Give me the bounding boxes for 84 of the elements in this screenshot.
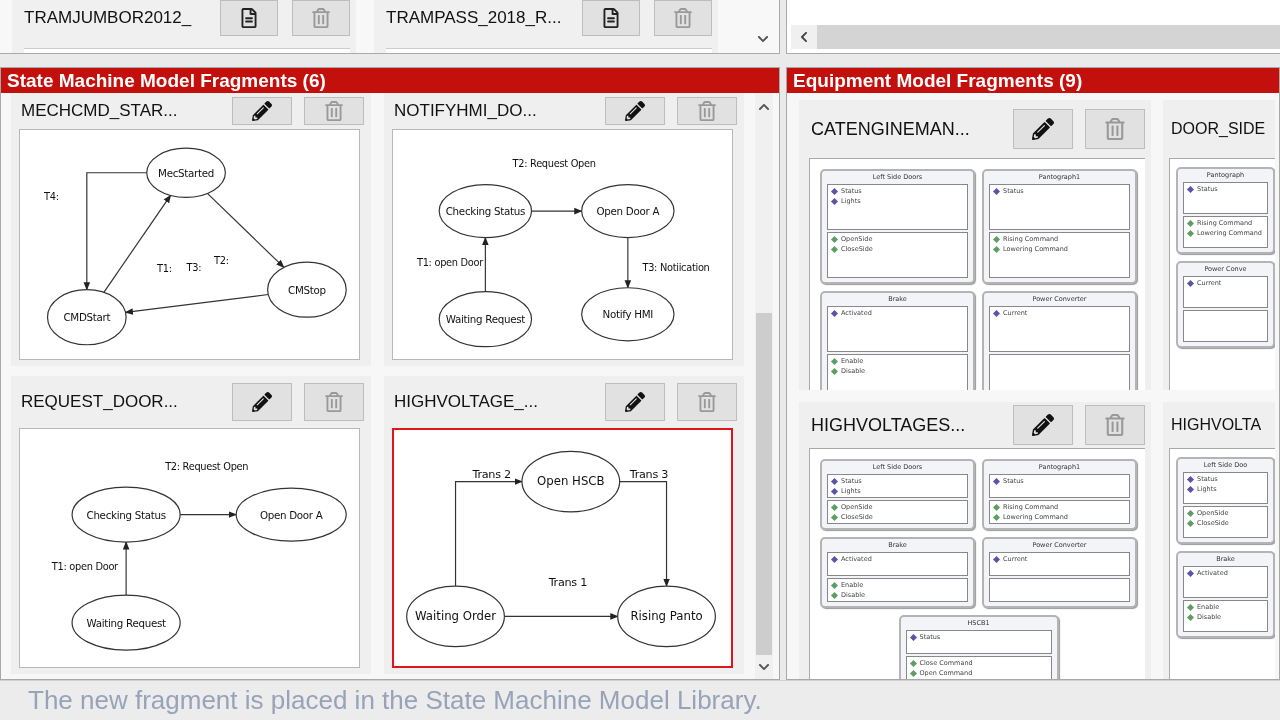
trash-icon xyxy=(697,392,717,412)
state-name: Checking Status xyxy=(445,205,525,217)
open-button[interactable] xyxy=(582,0,640,37)
horizontal-scrollbar[interactable] xyxy=(791,25,1280,49)
transition-label: T2: Request Open xyxy=(165,461,249,473)
scroll-down-icon[interactable] xyxy=(758,661,770,673)
state-name: Open Door A xyxy=(596,205,660,217)
attribute-icon xyxy=(992,555,1001,563)
scroll-down-icon[interactable] xyxy=(757,33,769,45)
transition-label: Trans 3 xyxy=(629,467,669,481)
state-name: Checking Status xyxy=(86,508,166,521)
fragment-title: MECHCMD_STAR... xyxy=(21,101,179,121)
fragment-title: TRAMPASS_2018_R... xyxy=(386,8,563,29)
scrollbar-thumb[interactable] xyxy=(756,313,772,655)
state-name: Rising Panto xyxy=(630,609,703,624)
attribute-icon xyxy=(992,477,1001,485)
status-message: The new fragment is placed in the State Machine Model Library. xyxy=(28,685,762,716)
state-name: Waiting Order xyxy=(415,609,497,624)
panel-title: Equipment Model Fragments (9) xyxy=(787,68,1279,93)
edit-button[interactable] xyxy=(605,383,665,421)
transition-arrow xyxy=(624,237,632,289)
state-name: Notify HMI xyxy=(602,308,654,321)
fragment-title: HIGHVOLTAGES... xyxy=(811,414,967,436)
trash-icon xyxy=(1104,414,1126,436)
attribute-icon xyxy=(1186,569,1195,577)
edit-button[interactable] xyxy=(1013,405,1073,445)
trash-icon xyxy=(324,392,344,412)
attribute-icon xyxy=(830,309,839,317)
transition-label: T3: xyxy=(186,262,202,274)
transition-arrow xyxy=(530,207,583,215)
attribute-icon xyxy=(1186,279,1195,287)
transition-label: T1: open Door xyxy=(51,560,118,572)
state-name: CMStop xyxy=(288,283,326,296)
vertical-scrollbar[interactable] xyxy=(755,93,773,679)
transition-label: T3: Notiication xyxy=(642,262,710,274)
fragment-title: REQUEST_DOOR... xyxy=(21,392,179,412)
fragment-title: HIGHVOLTAGE_... xyxy=(394,392,539,412)
state-name: CMDStart xyxy=(63,311,111,324)
fragment-title: DOOR_SIDE xyxy=(1171,120,1267,138)
transition-arrow xyxy=(122,541,130,596)
trash-icon xyxy=(697,101,717,121)
edit-button[interactable] xyxy=(1013,109,1073,149)
trash-icon xyxy=(673,8,693,29)
fragment-title: CATENGINEMAN... xyxy=(811,118,971,140)
fragment-title: TRAMJUMBOR2012_ xyxy=(24,8,193,29)
state-name: Waiting Request xyxy=(86,616,166,629)
attribute-icon xyxy=(992,187,1001,195)
scroll-left-icon[interactable] xyxy=(798,31,810,43)
pencil-icon xyxy=(252,101,272,121)
edit-button[interactable] xyxy=(232,97,292,125)
pencil-icon xyxy=(625,392,645,412)
edit-button[interactable] xyxy=(232,383,292,421)
state-name: Open Door A xyxy=(259,508,323,521)
attribute-icon xyxy=(1186,185,1195,193)
transition-label: T2: xyxy=(214,255,229,267)
transition-label: Trans 1 xyxy=(548,576,588,590)
transition-label: T4: xyxy=(44,191,59,203)
fragment-title: NOTIFYHMI_DO... xyxy=(394,101,538,121)
transition-label: T2: Request Open xyxy=(512,157,596,169)
trash-icon xyxy=(311,8,331,29)
document-icon xyxy=(601,8,621,29)
document-icon xyxy=(239,8,259,29)
transition-arrow xyxy=(482,236,489,293)
transition-arrow xyxy=(179,511,237,518)
attribute-icon xyxy=(909,633,917,641)
trash-icon xyxy=(324,101,344,121)
transition-label: Trans 2 xyxy=(472,467,511,481)
trash-icon xyxy=(1104,118,1126,140)
transition-label: T1: xyxy=(157,263,172,274)
pencil-icon xyxy=(252,392,272,412)
pencil-icon xyxy=(1032,414,1054,436)
state-name: Waiting Request xyxy=(445,313,526,326)
attribute-icon xyxy=(830,555,839,563)
state-name: MecStarted xyxy=(158,166,215,179)
state-name: Open HSCB xyxy=(537,474,605,489)
fragment-title: HIGHVOLTA xyxy=(1171,416,1263,434)
panel-title: State Machine Model Fragments (6) xyxy=(1,68,779,93)
transition-label: T1: open Door xyxy=(416,257,483,269)
pencil-icon xyxy=(625,101,645,121)
open-button[interactable] xyxy=(220,0,278,37)
scroll-up-icon[interactable] xyxy=(758,101,770,113)
pencil-icon xyxy=(1032,118,1054,140)
attribute-icon xyxy=(992,309,1001,317)
edit-button[interactable] xyxy=(605,97,665,125)
